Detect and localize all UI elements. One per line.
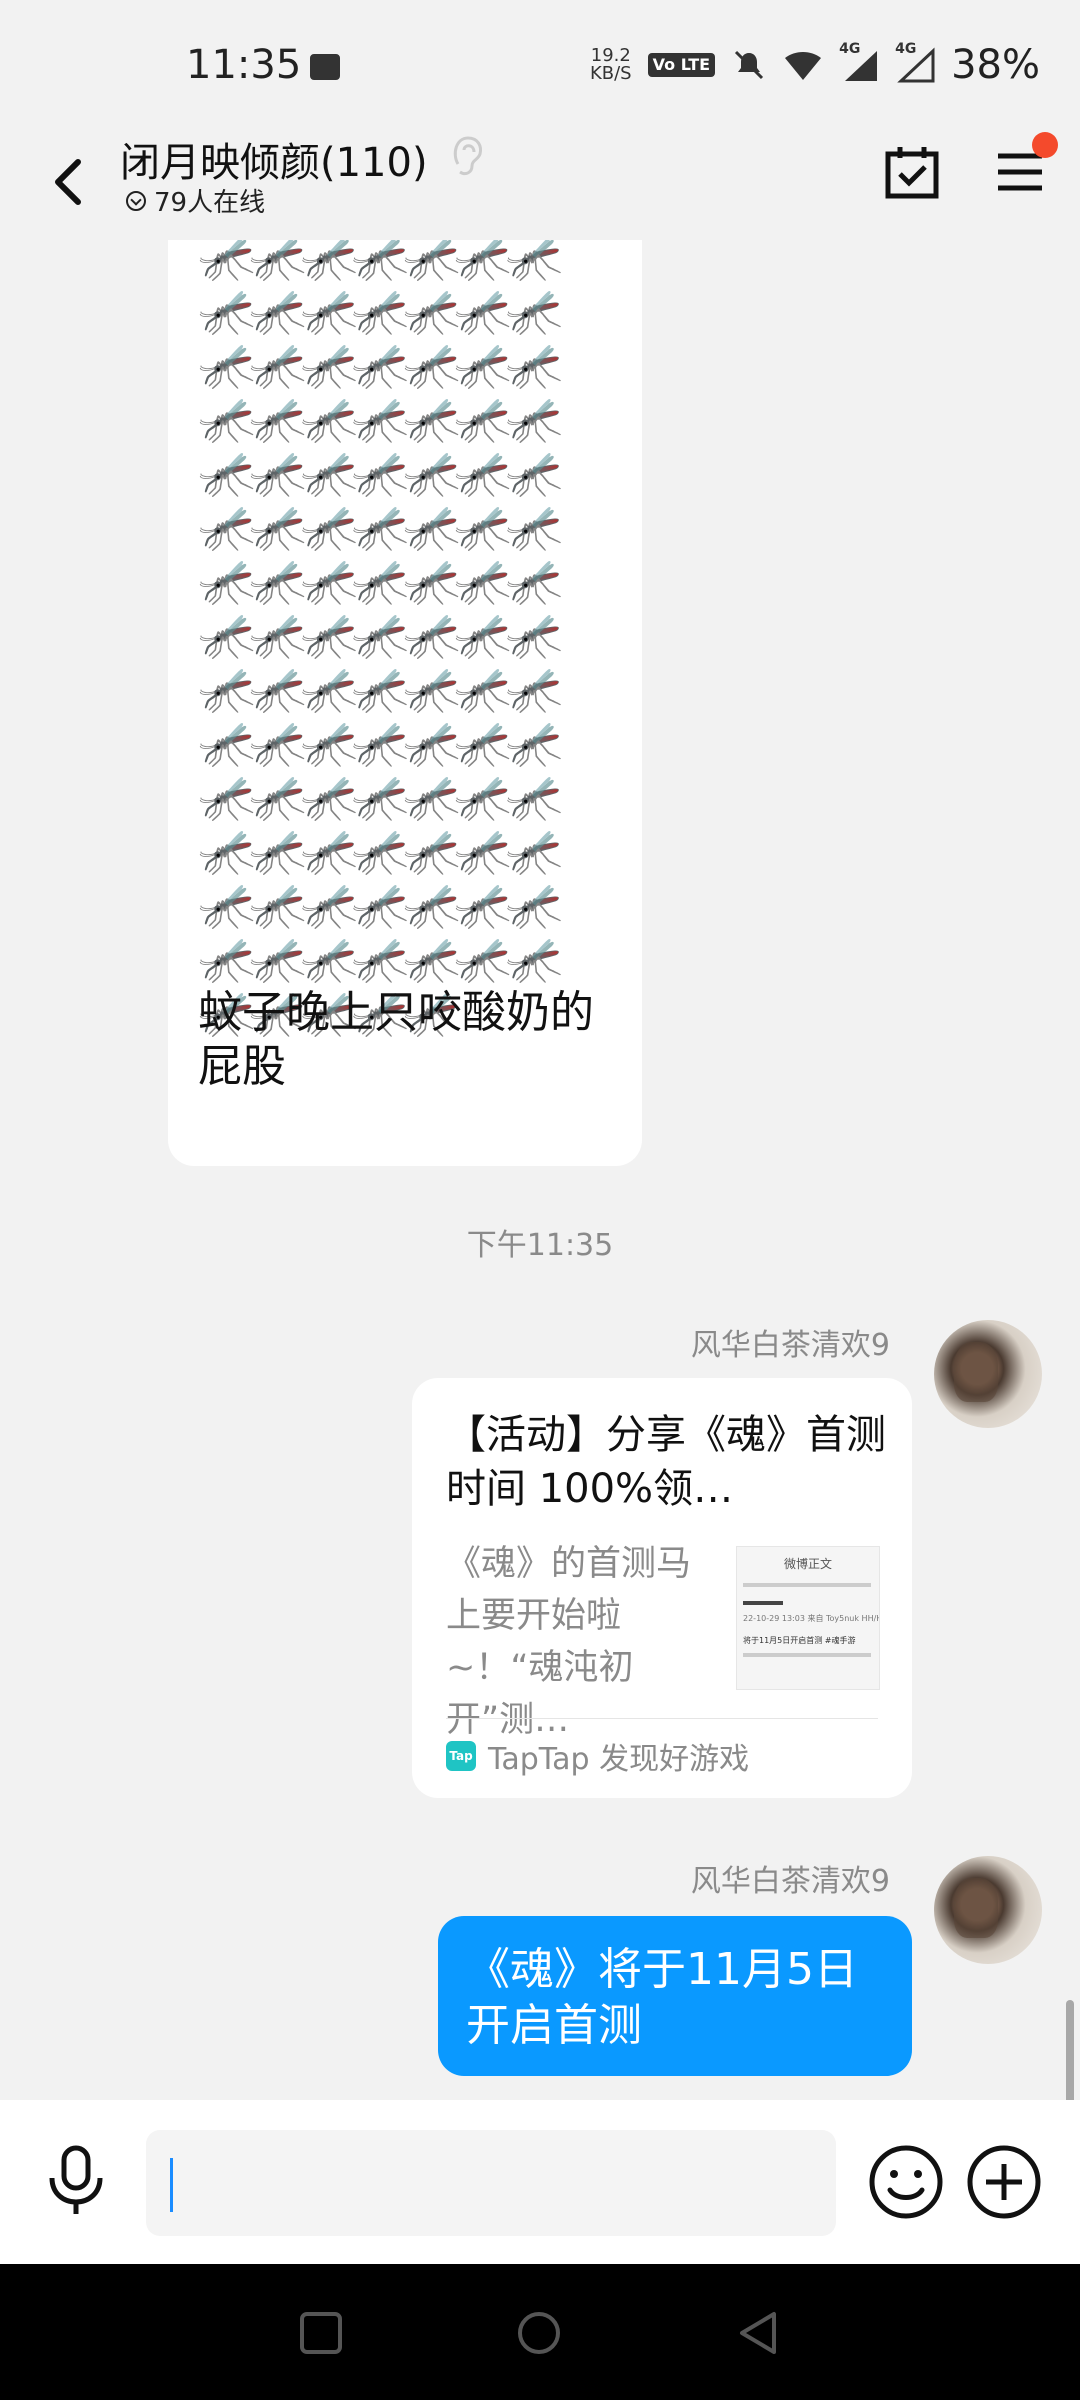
group-title[interactable]: 闭月映倾颜(110) (120, 130, 428, 188)
message-text: 《魂》将于11月5日开启首测 (466, 1944, 858, 2051)
image-notification-icon (310, 54, 340, 80)
mosquito-row: 🦟🦟🦟🦟🦟🦟🦟 (198, 878, 563, 932)
thumbnail-meta: 22-10-29 13:03 来自 Toy5nuk HH/HH日 (743, 1614, 879, 1623)
ear-icon[interactable] (448, 134, 486, 178)
mosquito-row: 🦟🦟🦟🦟🦟🦟🦟 (198, 284, 563, 338)
message-bubble-received[interactable]: 🦟🦟🦟🦟🦟🦟🦟 🦟🦟🦟🦟🦟🦟🦟 🦟🦟🦟🦟🦟🦟🦟 🦟🦟🦟🦟🦟🦟🦟 🦟🦟🦟🦟🦟🦟🦟 … (168, 240, 642, 1166)
back-nav-icon[interactable] (736, 2310, 782, 2356)
plus-icon[interactable] (964, 2142, 1044, 2222)
card-description: 《魂》的首测马上要开始啦~！“魂沌初开”测… (446, 1544, 692, 1740)
mosquito-row: 🦟🦟🦟🦟🦟🦟🦟 (198, 240, 563, 284)
mosquito-row: 🦟🦟🦟🦟🦟🦟🦟 (198, 608, 563, 662)
net-speed: 19.2 KB/S (590, 47, 632, 83)
volte-badge: Vo LTE (647, 53, 716, 77)
sender-name: 风华白茶清欢9 (690, 1864, 890, 1899)
mosquito-row: 🦟🦟🦟🦟🦟🦟🦟 (198, 554, 563, 608)
mosquito-row: 🦟🦟🦟🦟🦟🦟🦟 (198, 716, 563, 770)
chevron-down-icon (126, 190, 146, 211)
thumbnail-text: 将于11月5日开启首测 #魂手游 (743, 1636, 856, 1645)
mosquito-row: 🦟🦟🦟🦟🦟🦟🦟 (198, 500, 563, 554)
scrollbar[interactable] (1066, 2000, 1074, 2100)
status-bar: 11:35 19.2 KB/S Vo LTE 4G 4G 38% (0, 0, 1080, 130)
mosquito-row: 🦟🦟🦟🦟🦟🦟🦟 (198, 932, 563, 986)
mosquito-row: 🦟🦟🦟🦟🦟🦟🦟 (198, 770, 563, 824)
message-text: 蚊子晚上只咬酸奶的屁股 (198, 987, 594, 1092)
card-thumbnail: 微博正文 22-10-29 13:03 来自 Toy5nuk HH/HH日 将于… (736, 1546, 880, 1690)
home-icon[interactable] (516, 2310, 562, 2356)
mosquito-emoji-grid: 🦟🦟🦟🦟🦟🦟🦟 🦟🦟🦟🦟🦟🦟🦟 🦟🦟🦟🦟🦟🦟🦟 🦟🦟🦟🦟🦟🦟🦟 🦟🦟🦟🦟🦟🦟🦟 … (198, 240, 618, 1040)
signal-2: 4G (895, 41, 935, 83)
input-bar (0, 2100, 1080, 2264)
mosquito-row: 🦟🦟🦟🦟🦟🦟🦟 (198, 338, 563, 392)
mute-icon (735, 50, 764, 80)
online-count[interactable]: 79人在线 (126, 182, 265, 219)
mosquito-row: 🦟🦟🦟🦟🦟🦟🦟 (198, 824, 563, 878)
avatar[interactable] (934, 1320, 1042, 1428)
taptap-logo-icon: Tap (446, 1741, 476, 1771)
mic-icon[interactable] (44, 2144, 108, 2216)
system-nav-bar (0, 2264, 1080, 2400)
thumbnail-redacted (743, 1601, 783, 1605)
card-source-label: TapTap 发现好游戏 (488, 1742, 750, 1777)
share-card[interactable]: 【活动】分享《魂》首测时间 100%领… 《魂》的首测马上要开始啦~！“魂沌初开… (412, 1378, 912, 1798)
chat-header: 闭月映倾颜(110) 79人在线 (0, 130, 1080, 240)
text-caret (170, 2158, 173, 2212)
status-time: 11:35 (186, 42, 302, 88)
card-divider (446, 1718, 878, 1719)
message-input[interactable] (146, 2130, 836, 2236)
wifi-icon (785, 52, 822, 80)
calendar-check-icon[interactable] (884, 144, 940, 200)
mosquito-row: 🦟🦟🦟🦟🦟🦟🦟 (198, 662, 563, 716)
avatar[interactable] (934, 1856, 1042, 1964)
signal-icon (897, 47, 935, 83)
status-right: 19.2 KB/S Vo LTE 4G 4G 38% (590, 40, 1040, 90)
net-speed-unit: KB/S (589, 63, 632, 84)
thumbnail-header: 微博正文 (783, 1557, 832, 1571)
thumbnail-divider (743, 1583, 871, 1587)
message-bubble-sent[interactable]: 《魂》将于11月5日开启首测 (438, 1916, 912, 2076)
battery-level: 38% (951, 42, 1040, 88)
signal-icon (845, 51, 878, 81)
card-source: Tap TapTap 发现好游戏 (446, 1734, 749, 1778)
chat-area[interactable]: 🦟🦟🦟🦟🦟🦟🦟 🦟🦟🦟🦟🦟🦟🦟 🦟🦟🦟🦟🦟🦟🦟 🦟🦟🦟🦟🦟🦟🦟 🦟🦟🦟🦟🦟🦟🦟 … (0, 240, 1080, 2100)
back-icon[interactable] (40, 152, 100, 212)
message-timestamp: 下午11:35 (466, 1228, 614, 1263)
card-title: 【活动】分享《魂》首测时间 100%领… (446, 1412, 886, 1512)
thumbnail-divider (743, 1653, 871, 1657)
recent-apps-icon[interactable] (298, 2310, 344, 2356)
online-count-label: 79人在线 (154, 188, 266, 218)
mosquito-row: 🦟🦟🦟🦟🦟🦟🦟 (198, 446, 563, 500)
signal-1: 4G (839, 41, 879, 83)
notification-badge (1032, 132, 1058, 158)
mosquito-row: 🦟🦟🦟🦟🦟🦟🦟 (198, 392, 563, 446)
emoji-icon[interactable] (866, 2142, 946, 2222)
sender-name: 风华白茶清欢9 (690, 1328, 890, 1363)
